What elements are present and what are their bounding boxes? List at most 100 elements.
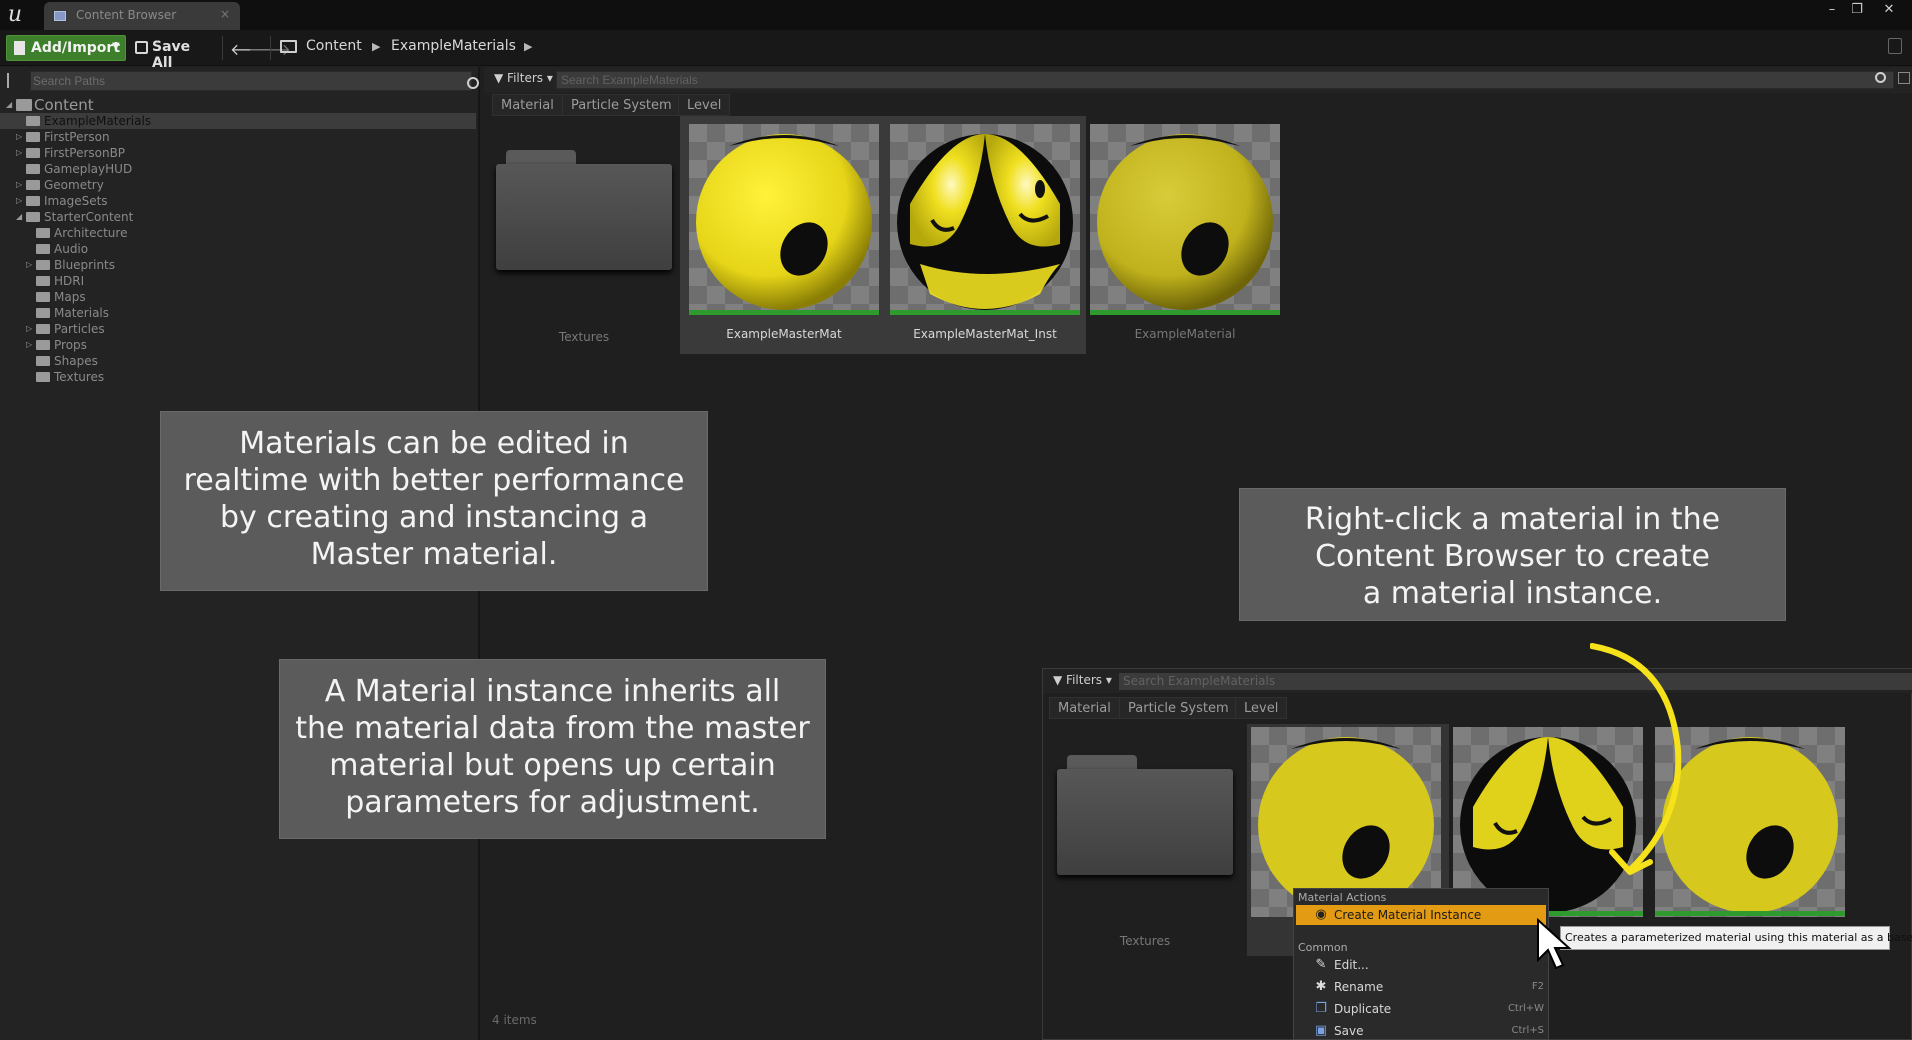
search-assets-input[interactable] [561, 72, 1861, 88]
tree-item-shapes[interactable]: Shapes [0, 353, 476, 369]
collapsed-arrow-icon[interactable]: ▷ [16, 177, 22, 193]
save-all-button[interactable]: Save All [132, 35, 214, 71]
folder-icon [26, 180, 40, 190]
tooltip: Creates a parameterized material using t… [1560, 926, 1912, 950]
collapsed-arrow-icon[interactable]: ▷ [16, 145, 22, 161]
minimize-icon[interactable]: – [1821, 2, 1843, 18]
search-icon[interactable] [467, 77, 479, 89]
tree-item-firstperson[interactable]: ▷ FirstPerson [0, 129, 476, 145]
menu-item-duplicate[interactable]: ❐ Duplicate Ctrl+W [1296, 999, 1546, 1019]
material-instance-icon: ◉ [1315, 907, 1327, 922]
textures-folder-icon[interactable] [496, 150, 672, 270]
tree-item-content[interactable]: ◢ Content [0, 97, 476, 113]
tree-item-blueprints[interactable]: ▷ Blueprints [0, 257, 476, 273]
search-paths-box[interactable] [30, 71, 500, 91]
context-menu: Material Actions ◉ Create Material Insta… [1293, 888, 1549, 1040]
asset-tile-examplemastermat[interactable]: ExampleMasterMat [683, 122, 879, 352]
tree-item-props[interactable]: ▷ Props [0, 337, 476, 353]
filter-chip-level[interactable]: Level [1235, 697, 1288, 719]
search-icon[interactable] [1875, 72, 1886, 83]
add-import-button[interactable]: Add/Import ▼ [6, 35, 126, 61]
tree-item-maps[interactable]: Maps [0, 289, 476, 305]
collapsed-arrow-icon[interactable]: ▷ [26, 321, 32, 337]
filter-chip-particle-system[interactable]: Particle System [562, 94, 681, 116]
collapse-sources-icon[interactable] [7, 73, 23, 88]
sphere-preview [897, 134, 1073, 310]
close-icon[interactable]: ✕ [1878, 2, 1900, 18]
asset-tile-examplematerial[interactable]: ExampleMaterial [1084, 122, 1280, 352]
expanded-arrow-icon[interactable]: ◢ [6, 97, 12, 113]
tree-item-hdri[interactable]: HDRI [0, 273, 476, 289]
maximize-icon[interactable]: ❐ [1846, 2, 1868, 18]
chevron-down-icon: ▼ [112, 41, 120, 52]
lock-icon[interactable] [1888, 38, 1902, 54]
menu-item-label: Save [1334, 1024, 1364, 1038]
breadcrumb-examplematerials[interactable]: ExampleMaterials [391, 38, 516, 54]
tree-item-audio[interactable]: Audio [0, 241, 476, 257]
expanded-arrow-icon[interactable]: ◢ [16, 209, 22, 225]
inset-search-box[interactable]: Search ExampleMaterials [1119, 673, 1912, 690]
tree-item-architecture[interactable]: Architecture [0, 225, 476, 241]
asset-label-textures: Textures [558, 330, 610, 344]
folder-icon [16, 99, 32, 111]
menu-item-create-material-instance[interactable]: ◉ Create Material Instance [1296, 905, 1546, 925]
collapsed-arrow-icon[interactable]: ▷ [26, 257, 32, 273]
breadcrumb-arrow-icon[interactable]: ▶ [372, 40, 380, 53]
duplicate-icon: ❐ [1315, 1001, 1327, 1016]
breadcrumb-arrow-icon[interactable]: ▶ [524, 40, 532, 53]
asset-tile-examplemastermat-inst[interactable]: ExampleMasterMat_Inst [884, 122, 1080, 352]
tree-item-geometry[interactable]: ▷ Geometry [0, 177, 476, 193]
toolbar-divider [222, 36, 223, 60]
sphere-preview [696, 134, 872, 310]
tree-item-materials[interactable]: Materials [0, 305, 476, 321]
tab-close-icon[interactable]: × [220, 7, 230, 21]
collapsed-arrow-icon[interactable]: ▷ [26, 337, 32, 353]
mouse-cursor-icon [1537, 918, 1572, 970]
asset-type-bar [890, 310, 1080, 315]
filters-label: Filters [1066, 673, 1103, 687]
view-options-icon[interactable] [1898, 72, 1910, 84]
tree-item-gameplayhud[interactable]: GameplayHUD [0, 161, 476, 177]
folder-open-icon [280, 40, 297, 53]
content-browser-icon [54, 11, 66, 21]
menu-item-rename[interactable]: ✱ Rename F2 [1296, 977, 1546, 997]
add-import-label: Add/Import [31, 40, 121, 56]
tree-item-firstpersonbp[interactable]: ▷ FirstPersonBP [0, 145, 476, 161]
tree-item-label: FirstPersonBP [44, 146, 126, 160]
annotation-arrow-icon [1590, 643, 1682, 875]
folder-icon [36, 324, 50, 334]
tree-item-startercontent[interactable]: ◢ StarterContent [0, 209, 476, 225]
textures-folder-icon[interactable] [1057, 755, 1233, 875]
content-browser-window: u Content Browser × – ❐ ✕ Add/Import ▼ S… [0, 0, 1912, 1040]
filters-button[interactable]: ▼ Filters ▾ [494, 71, 553, 85]
filter-chip-material[interactable]: Material [1049, 697, 1120, 719]
collapsed-arrow-icon[interactable]: ▷ [16, 193, 22, 209]
breadcrumb-content[interactable]: Content [306, 38, 362, 54]
menu-item-label: Rename [1334, 980, 1384, 994]
filter-chip-material[interactable]: Material [492, 94, 563, 116]
filter-chip-particle-system[interactable]: Particle System [1119, 697, 1238, 719]
tree-item-examplematerials[interactable]: ExampleMaterials [0, 113, 476, 129]
search-assets-box[interactable] [556, 71, 1894, 89]
folder-icon [36, 372, 50, 382]
inset-filters-button[interactable]: ▼ Filters ▾ [1053, 673, 1112, 687]
tab-content-browser[interactable]: Content Browser × [44, 2, 240, 30]
menu-item-label: Duplicate [1334, 1002, 1392, 1016]
tree-item-particles[interactable]: ▷ Particles [0, 321, 476, 337]
tree-item-label: Materials [54, 306, 110, 320]
save-disk-icon: ▣ [1314, 1023, 1328, 1038]
tree-item-label: StarterContent [44, 210, 134, 224]
callout-right-click: Right-click a material in the Content Br… [1239, 488, 1786, 621]
callout-line: realtime with better performance [183, 463, 685, 498]
collapsed-arrow-icon[interactable]: ▷ [16, 129, 22, 145]
folder-body [496, 164, 672, 270]
filter-chip-level[interactable]: Level [678, 94, 731, 116]
callout-line: A Material instance inherits all [324, 674, 781, 709]
search-paths-input[interactable] [33, 72, 433, 90]
menu-item-edit[interactable]: ✎ Edit... [1296, 955, 1546, 975]
menu-item-save[interactable]: ▣ Save Ctrl+S [1296, 1021, 1546, 1040]
tree-item-label: Audio [54, 242, 89, 256]
filters-bar: ▼ Filters ▾ [484, 67, 1912, 93]
tree-item-imagesets[interactable]: ▷ ImageSets [0, 193, 476, 209]
tree-item-textures[interactable]: Textures [0, 369, 476, 385]
